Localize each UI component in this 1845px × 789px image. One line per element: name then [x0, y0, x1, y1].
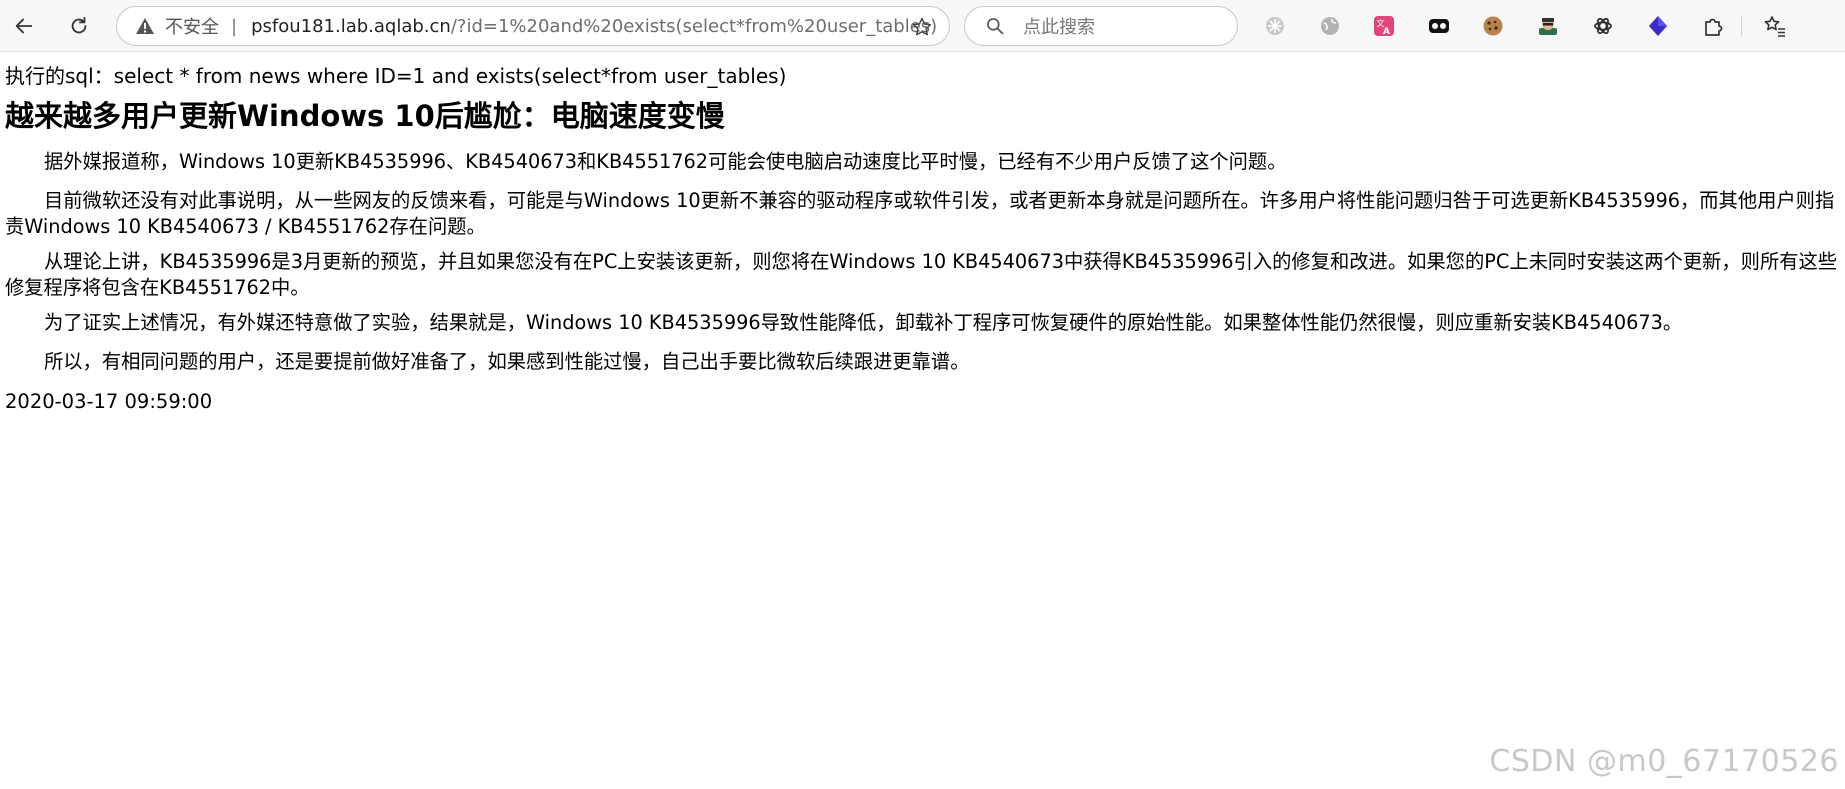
- back-arrow-icon: [15, 18, 33, 34]
- url-path: /?id=1%20and%20exists(select*from%20user…: [450, 15, 938, 37]
- translate-icon[interactable]: 文A: [1370, 12, 1398, 40]
- url-host: psfou181.lab.aqlab.cn: [251, 15, 451, 37]
- security-label[interactable]: 不安全: [165, 13, 219, 39]
- address-separator: |: [231, 15, 238, 37]
- article-title: 越来越多用户更新Windows 10后尴尬：电脑速度变慢: [5, 99, 725, 133]
- article-paragraph-1: 据外媒报道称，Windows 10更新KB4535996、KB4540673和K…: [44, 150, 1287, 173]
- article-paragraph-3: 从理论上讲，KB4535996是3月更新的预览，并且如果您没有在PC上安装该更新…: [5, 250, 1838, 299]
- favorite-star-icon[interactable]: [911, 16, 933, 38]
- address-bar[interactable]: 不安全 | psfou181.lab.aqlab.cn/?id=1%20and%…: [116, 6, 950, 46]
- publish-date: 2020-03-17 09:59:00: [5, 390, 213, 413]
- toggle-icon[interactable]: [1425, 12, 1453, 40]
- favorites-icon[interactable]: [1761, 12, 1789, 40]
- search-icon: [987, 18, 1004, 35]
- article-paragraph-4: 为了证实上述情况，有外媒还特意做了实验，结果就是，Windows 10 KB45…: [44, 311, 1683, 334]
- svg-text:A: A: [1383, 27, 1390, 37]
- puzzle-icon[interactable]: [1699, 12, 1727, 40]
- back-button[interactable]: [7, 9, 41, 43]
- snowflake-icon[interactable]: [1261, 12, 1289, 40]
- cube-icon[interactable]: [1644, 12, 1672, 40]
- browser-toolbar: 不安全 | psfou181.lab.aqlab.cn/?id=1%20and%…: [0, 0, 1845, 52]
- search-placeholder: 点此搜索: [1023, 17, 1095, 38]
- avatar-icon[interactable]: [1534, 12, 1562, 40]
- search-box[interactable]: 点此搜索: [964, 6, 1238, 46]
- refresh-button[interactable]: [62, 9, 96, 43]
- warning-icon: [136, 18, 154, 34]
- toolbar-divider: [1741, 16, 1742, 36]
- csdn-watermark: CSDN @m0_67170526: [1489, 744, 1839, 779]
- cookie-icon[interactable]: [1479, 12, 1507, 40]
- article-paragraph-2: 目前微软还没有对此事说明，从一些网友的反馈来看，可能是与Windows 10更新…: [5, 189, 1835, 238]
- refresh-icon: [71, 16, 87, 34]
- globe-icon[interactable]: [1316, 12, 1344, 40]
- openai-icon[interactable]: [1589, 12, 1617, 40]
- executed-sql: 执行的sql：select * from news where ID=1 and…: [5, 64, 787, 88]
- article-paragraph-5: 所以，有相同问题的用户，还是要提前做好准备了，如果感到性能过慢，自己出手要比微软…: [44, 350, 970, 373]
